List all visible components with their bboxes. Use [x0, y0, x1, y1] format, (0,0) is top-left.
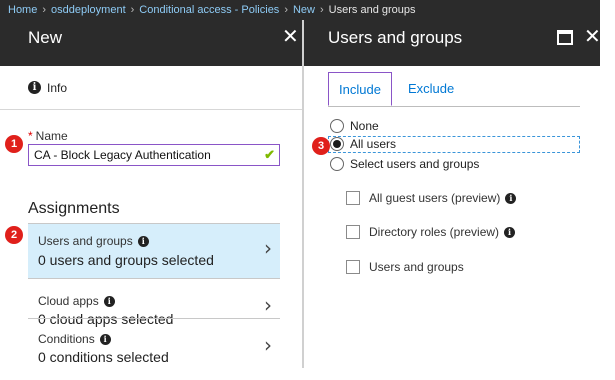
name-input[interactable]: CA - Block Legacy Authentication ✔ [28, 144, 280, 166]
checkbox-directory-roles[interactable]: Directory roles (preview) i [346, 225, 516, 239]
radio-all-users[interactable]: All users [330, 137, 396, 151]
name-label-text: Name [35, 129, 68, 143]
checkbox[interactable] [346, 191, 360, 205]
breadcrumb-separator: › [42, 4, 47, 16]
conditions-title: Conditions i [38, 332, 111, 346]
right-blade-header: Users and groups ✕ [304, 20, 600, 66]
chevron-right-icon: › [264, 236, 272, 260]
checkbox-users-and-groups[interactable]: Users and groups [346, 260, 464, 274]
radio-button-selected[interactable] [330, 137, 344, 151]
annotation-badge-2: 2 [5, 226, 23, 244]
info-label: Info [47, 80, 68, 95]
breadcrumb-separator: › [284, 4, 288, 16]
breadcrumb-separator: › [130, 4, 135, 16]
annotation-badge-1: 1 [5, 135, 23, 153]
check-icon: ✔ [264, 147, 275, 162]
conditions-subtitle: 0 conditions selected [38, 349, 169, 365]
users-and-groups-blade: Users and groups ✕ Include Exclude None … [304, 20, 600, 368]
maximize-icon[interactable] [557, 30, 573, 45]
users-and-groups-title: Users and groups i [38, 234, 149, 248]
radio-select-users-label: Select users and groups [350, 157, 480, 171]
radio-none-label: None [350, 119, 379, 133]
screenshot-frame: Home › osddeployment › Conditional access - … [0, 0, 600, 368]
info-icon: i [28, 81, 41, 94]
radio-button[interactable] [330, 157, 344, 171]
name-input-value: CA - Block Legacy Authentication [34, 148, 211, 162]
right-blade-title: Users and groups [328, 28, 463, 47]
radio-none[interactable]: None [330, 119, 379, 133]
chevron-right-icon: › [264, 293, 272, 317]
new-policy-blade: New ✕ i Info * Name CA - Block Legacy Aut… [0, 20, 302, 368]
info-icon: i [137, 236, 149, 247]
conditions-item[interactable]: Conditions i 0 conditions selected › [28, 318, 280, 368]
close-icon[interactable]: ✕ [282, 24, 299, 48]
radio-select-users[interactable]: Select users and groups [330, 157, 479, 171]
left-blade-header: New ✕ [0, 20, 302, 66]
info-icon: i [99, 334, 111, 345]
breadcrumb-separator: › [320, 4, 324, 16]
breadcrumb-home[interactable]: Home [8, 0, 37, 20]
checkbox[interactable] [346, 260, 360, 274]
checkbox[interactable] [346, 225, 360, 239]
breadcrumb-current: Users and groups [328, 4, 416, 16]
info-icon: i [504, 226, 516, 238]
close-icon[interactable]: ✕ [584, 24, 600, 48]
info-icon: i [505, 192, 517, 204]
breadcrumb-new[interactable]: New [293, 0, 315, 20]
info-row[interactable]: i Info [0, 66, 302, 110]
include-exclude-tabs: Include Exclude [328, 72, 580, 107]
breadcrumb-policies[interactable]: Conditional access - Policies [139, 0, 279, 20]
radio-button[interactable] [330, 119, 344, 133]
chevron-right-icon: › [264, 333, 272, 357]
assignments-heading: Assignments [28, 200, 120, 217]
tab-exclude[interactable]: Exclude [398, 72, 464, 106]
tab-include[interactable]: Include [328, 72, 392, 106]
checkbox-guest-users-label: All guest users (preview) [369, 191, 501, 205]
checkbox-users-and-groups-label: Users and groups [369, 260, 464, 274]
checkbox-guest-users[interactable]: All guest users (preview) i [346, 191, 517, 205]
name-label: * Name [28, 129, 68, 143]
breadcrumb: Home › osddeployment › Conditional access - … [0, 0, 600, 20]
left-blade-title: New [28, 28, 63, 47]
annotation-badge-3: 3 [312, 137, 330, 155]
radio-all-users-label: All users [350, 137, 397, 151]
required-marker: * [28, 129, 33, 143]
breadcrumb-osddeployment[interactable]: osddeployment [51, 0, 126, 20]
checkbox-directory-roles-label: Directory roles (preview) [369, 225, 500, 239]
radio-dot [333, 140, 341, 148]
